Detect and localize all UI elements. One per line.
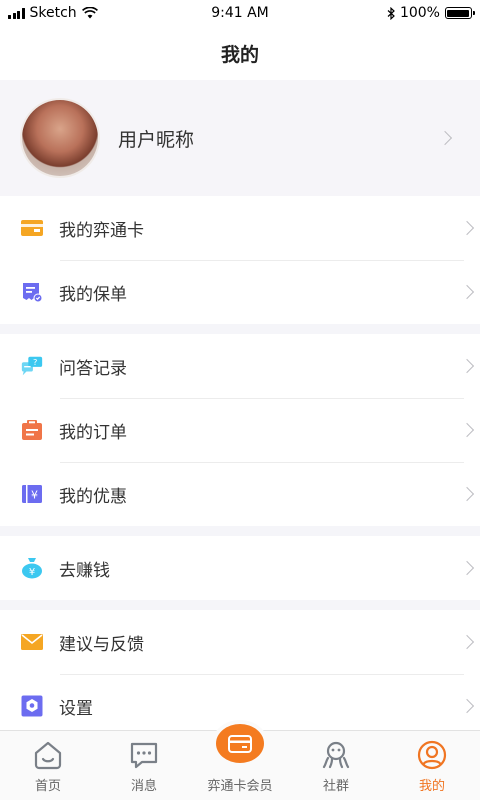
chevron-right-icon — [459, 486, 475, 502]
menu-item-label: 建议与反馈 — [59, 634, 144, 655]
profile-row[interactable]: 用户昵称 — [0, 80, 480, 196]
tab-bar: 首页 消息 弈通卡会员 社群 我的 — [0, 724, 480, 800]
menu-item-policy[interactable]: 我的保单 — [0, 260, 480, 324]
status-bar: Sketch 9:41 AM 100% — [0, 0, 480, 26]
menu-item-label: 设置 — [59, 698, 93, 719]
menu-group: 我的弈通卡 我的保单 — [0, 196, 480, 324]
menu-item-card[interactable]: 我的弈通卡 — [0, 196, 480, 260]
chevron-right-icon — [437, 130, 453, 146]
menu-group: 建议与反馈 设置 — [0, 610, 480, 738]
bluetooth-icon — [387, 6, 395, 20]
avatar[interactable] — [22, 100, 98, 176]
chevron-right-icon — [459, 698, 475, 714]
menu-item-mail[interactable]: 建议与反馈 — [0, 610, 480, 674]
battery-percent: 100% — [399, 5, 440, 21]
policy-icon — [20, 280, 44, 304]
svg-text:?: ? — [33, 357, 37, 367]
menu-item-label: 我的保单 — [59, 284, 127, 305]
carrier-name: Sketch — [29, 5, 77, 21]
card-icon — [20, 216, 44, 240]
message-icon — [127, 738, 161, 772]
profile-nickname: 用户昵称 — [118, 128, 195, 151]
tab-label: 社群 — [322, 779, 349, 794]
tab-profile[interactable]: 我的 — [384, 730, 480, 800]
menu-item-label: 我的优惠 — [59, 486, 127, 507]
menu-group: ¥ 去赚钱 — [0, 536, 480, 600]
chevron-right-icon — [459, 422, 475, 438]
menu-item-money-bag[interactable]: ¥ 去赚钱 — [0, 536, 480, 600]
tab-label: 我的 — [418, 779, 445, 794]
menu-item-label: 问答记录 — [59, 358, 127, 379]
tab-label: 消息 — [130, 779, 157, 794]
chevron-right-icon — [459, 634, 475, 650]
mail-icon — [20, 630, 44, 654]
profile-page: 用户昵称 我的弈通卡 我的保单? 问答记录 我的订单 ¥ 我的优惠 ¥ 去赚钱 建议与反馈 设置 — [0, 80, 480, 756]
tab-community[interactable]: 社群 — [288, 730, 384, 800]
coupon-icon: ¥ — [20, 482, 44, 506]
tab-message[interactable]: 消息 — [96, 730, 192, 800]
battery-icon — [444, 7, 475, 19]
order-icon — [20, 418, 44, 442]
signal-icon — [8, 7, 25, 19]
menu-item-coupon[interactable]: ¥ 我的优惠 — [0, 462, 480, 526]
tab-member-card[interactable]: 弈通卡会员 — [192, 724, 288, 800]
menu-item-label: 我的订单 — [59, 422, 127, 443]
tab-home[interactable]: 首页 — [0, 730, 96, 800]
status-time: 9:41 AM — [211, 5, 269, 21]
qa-record-icon: ? — [20, 354, 44, 378]
chevron-right-icon — [459, 220, 475, 236]
chevron-right-icon — [459, 284, 475, 300]
svg-text:¥: ¥ — [29, 567, 35, 578]
menu-group: ? 问答记录我的订单 ¥ 我的优惠 — [0, 334, 480, 526]
menu-item-label: 我的弈通卡 — [59, 220, 144, 241]
money-bag-icon: ¥ — [20, 556, 44, 580]
menu-item-order[interactable]: 我的订单 — [0, 398, 480, 462]
profile-icon — [415, 738, 449, 772]
settings-icon — [20, 694, 44, 718]
chevron-right-icon — [459, 560, 475, 576]
chevron-right-icon — [459, 358, 475, 374]
wifi-icon — [81, 7, 98, 19]
tab-label: 弈通卡会员 — [207, 779, 273, 794]
home-icon — [31, 738, 65, 772]
community-icon — [319, 738, 353, 772]
menu-item-qa-record[interactable]: ? 问答记录 — [0, 334, 480, 398]
page-title: 我的 — [0, 26, 480, 80]
tab-label: 首页 — [34, 779, 61, 794]
menu-item-label: 去赚钱 — [59, 560, 110, 581]
svg-text:¥: ¥ — [31, 489, 38, 502]
member-card-icon — [216, 724, 264, 763]
